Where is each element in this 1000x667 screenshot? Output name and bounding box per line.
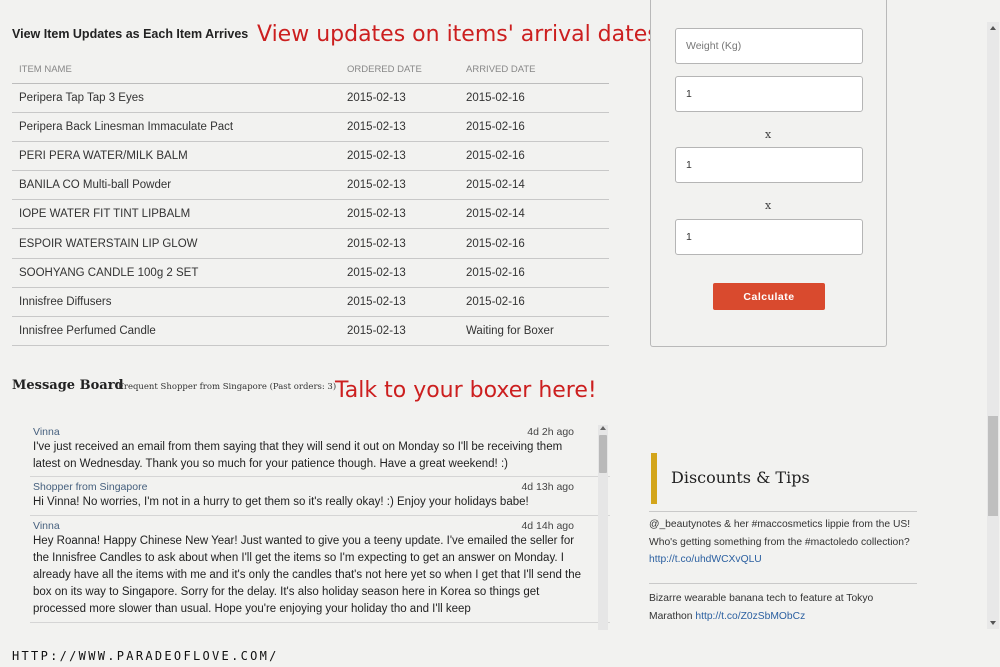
item-name: ESPOIR WATERSTAIN LIP GLOW [12, 228, 340, 259]
message-scrollbar[interactable] [598, 425, 608, 630]
item-name: Innisfree Diffusers [12, 287, 340, 318]
message-text: Hi Vinna! No worries, I'm not in a hurry… [33, 496, 529, 509]
table-row: PERI PERA WATER/MILK BALM 2015-02-13 2015-… [12, 141, 609, 172]
message-text: Hey Roanna! Happy Chinese New Year! Just… [33, 534, 582, 616]
height-input[interactable] [675, 219, 863, 255]
weight-input[interactable] [675, 28, 863, 64]
message-item: Vinna 4d 2h ago I've just received an em… [30, 422, 610, 478]
tip-text: @_beautynotes & her #maccosmetics lippie… [649, 519, 911, 548]
arrived-date: 2015-02-16 [459, 141, 609, 172]
tip-link[interactable]: http://t.co/Z0zSbMObCz [695, 611, 805, 622]
discounts-title: Discounts & Tips [671, 468, 810, 487]
message-item: Vinna 4d 14h ago Hey Roanna! Happy Chine… [30, 516, 610, 623]
message-text: I've just received an email from them sa… [33, 441, 563, 471]
ordered-date: 2015-02-13 [340, 112, 459, 142]
message-scrollbar-thumb[interactable] [599, 435, 607, 473]
scroll-up-icon[interactable] [600, 426, 606, 430]
item-name: BANILA CO Multi-ball Powder [12, 170, 340, 201]
width-input[interactable] [675, 147, 863, 183]
ordered-date: 2015-02-13 [340, 141, 459, 172]
column-ordered-date: ORDERED DATE [340, 56, 459, 84]
page-scrollbar[interactable] [987, 22, 999, 629]
arrived-date: 2015-02-16 [459, 287, 609, 318]
arrived-date: Waiting for Boxer [459, 316, 609, 347]
watermark: HTTP://WWW.PARADEOFLOVE.COM/ [12, 649, 279, 663]
scroll-down-icon[interactable] [990, 621, 996, 625]
ordered-date: 2015-02-13 [340, 199, 459, 230]
column-item-name: ITEM NAME [12, 56, 340, 84]
ordered-date: 2015-02-13 [340, 83, 459, 113]
item-name: IOPE WATER FIT TINT LIPBALM [12, 199, 340, 230]
items-annotation: View updates on items' arrival dates! [257, 22, 668, 47]
item-name: Innisfree Perfumed Candle [12, 316, 340, 347]
page-scrollbar-thumb[interactable] [988, 416, 998, 516]
item-name: Peripera Tap Tap 3 Eyes [12, 83, 340, 113]
message-board-subtitle: Frequent Shopper from Singapore (Past or… [118, 382, 337, 392]
ordered-date: 2015-02-13 [340, 228, 459, 259]
arrived-date: 2015-02-14 [459, 199, 609, 230]
arrived-date: 2015-02-16 [459, 83, 609, 113]
table-row: Innisfree Diffusers 2015-02-13 2015-02-16 [12, 287, 609, 318]
table-row: Innisfree Perfumed Candle 2015-02-13 Waiti… [12, 316, 609, 347]
message-timestamp: 4d 13h ago [521, 481, 574, 494]
table-row: Peripera Back Linesman Immaculate Pact 20… [12, 112, 609, 142]
table-row: IOPE WATER FIT TINT LIPBALM 2015-02-13 201… [12, 199, 609, 230]
multiply-symbol: x [765, 128, 772, 141]
tip-item: @_beautynotes & her #maccosmetics lippie… [649, 516, 919, 569]
ordered-date: 2015-02-13 [340, 287, 459, 318]
arrived-date: 2015-02-16 [459, 228, 609, 259]
item-name: Peripera Back Linesman Immaculate Pact [12, 112, 340, 142]
divider [649, 583, 917, 584]
items-table-header: ITEM NAME ORDERED DATE ARRIVED DATE [12, 56, 609, 84]
table-row: ESPOIR WATERSTAIN LIP GLOW 2015-02-13 2015… [12, 228, 609, 259]
calculate-button[interactable]: Calculate [713, 283, 825, 310]
item-name: SOOHYANG CANDLE 100g 2 SET [12, 258, 340, 288]
item-name: PERI PERA WATER/MILK BALM [12, 141, 340, 172]
ordered-date: 2015-02-13 [340, 170, 459, 201]
ordered-date: 2015-02-13 [340, 258, 459, 288]
column-arrived-date: ARRIVED DATE [459, 56, 609, 84]
tip-link[interactable]: http://t.co/uhdWCXvQLU [649, 554, 762, 565]
message-board-title: Message Board [12, 378, 124, 393]
tip-item: Bizarre wearable banana tech to feature … [649, 590, 919, 625]
table-row: Peripera Tap Tap 3 Eyes 2015-02-13 2015-02… [12, 83, 609, 113]
arrived-date: 2015-02-14 [459, 170, 609, 201]
ordered-date: 2015-02-13 [340, 316, 459, 347]
table-row: SOOHYANG CANDLE 100g 2 SET 2015-02-13 2015… [12, 258, 609, 288]
message-author: Vinna [33, 519, 60, 532]
message-author: Vinna [33, 426, 60, 438]
items-section-heading: View Item Updates as Each Item Arrives [12, 27, 249, 41]
table-row: BANILA CO Multi-ball Powder 2015-02-13 201… [12, 170, 609, 201]
message-timestamp: 4d 2h ago [527, 426, 574, 438]
length-input[interactable] [675, 76, 863, 112]
arrived-date: 2015-02-16 [459, 112, 609, 142]
message-item: Shopper from Singapore 4d 13h ago Hi Vin… [30, 477, 610, 516]
message-list[interactable]: Vinna 4d 2h ago I've just received an em… [30, 422, 610, 630]
message-timestamp: 4d 14h ago [521, 519, 574, 532]
scroll-up-icon[interactable] [990, 26, 996, 30]
message-board-annotation: Talk to your boxer here! [335, 378, 597, 403]
divider [649, 511, 917, 512]
discounts-accent-bar [651, 453, 657, 504]
items-table: ITEM NAME ORDERED DATE ARRIVED DATE Peri… [12, 56, 609, 347]
message-author: Shopper from Singapore [33, 481, 148, 494]
arrived-date: 2015-02-16 [459, 258, 609, 288]
multiply-symbol: x [765, 199, 772, 212]
shipping-calculator-panel: x x Calculate [650, 0, 887, 347]
